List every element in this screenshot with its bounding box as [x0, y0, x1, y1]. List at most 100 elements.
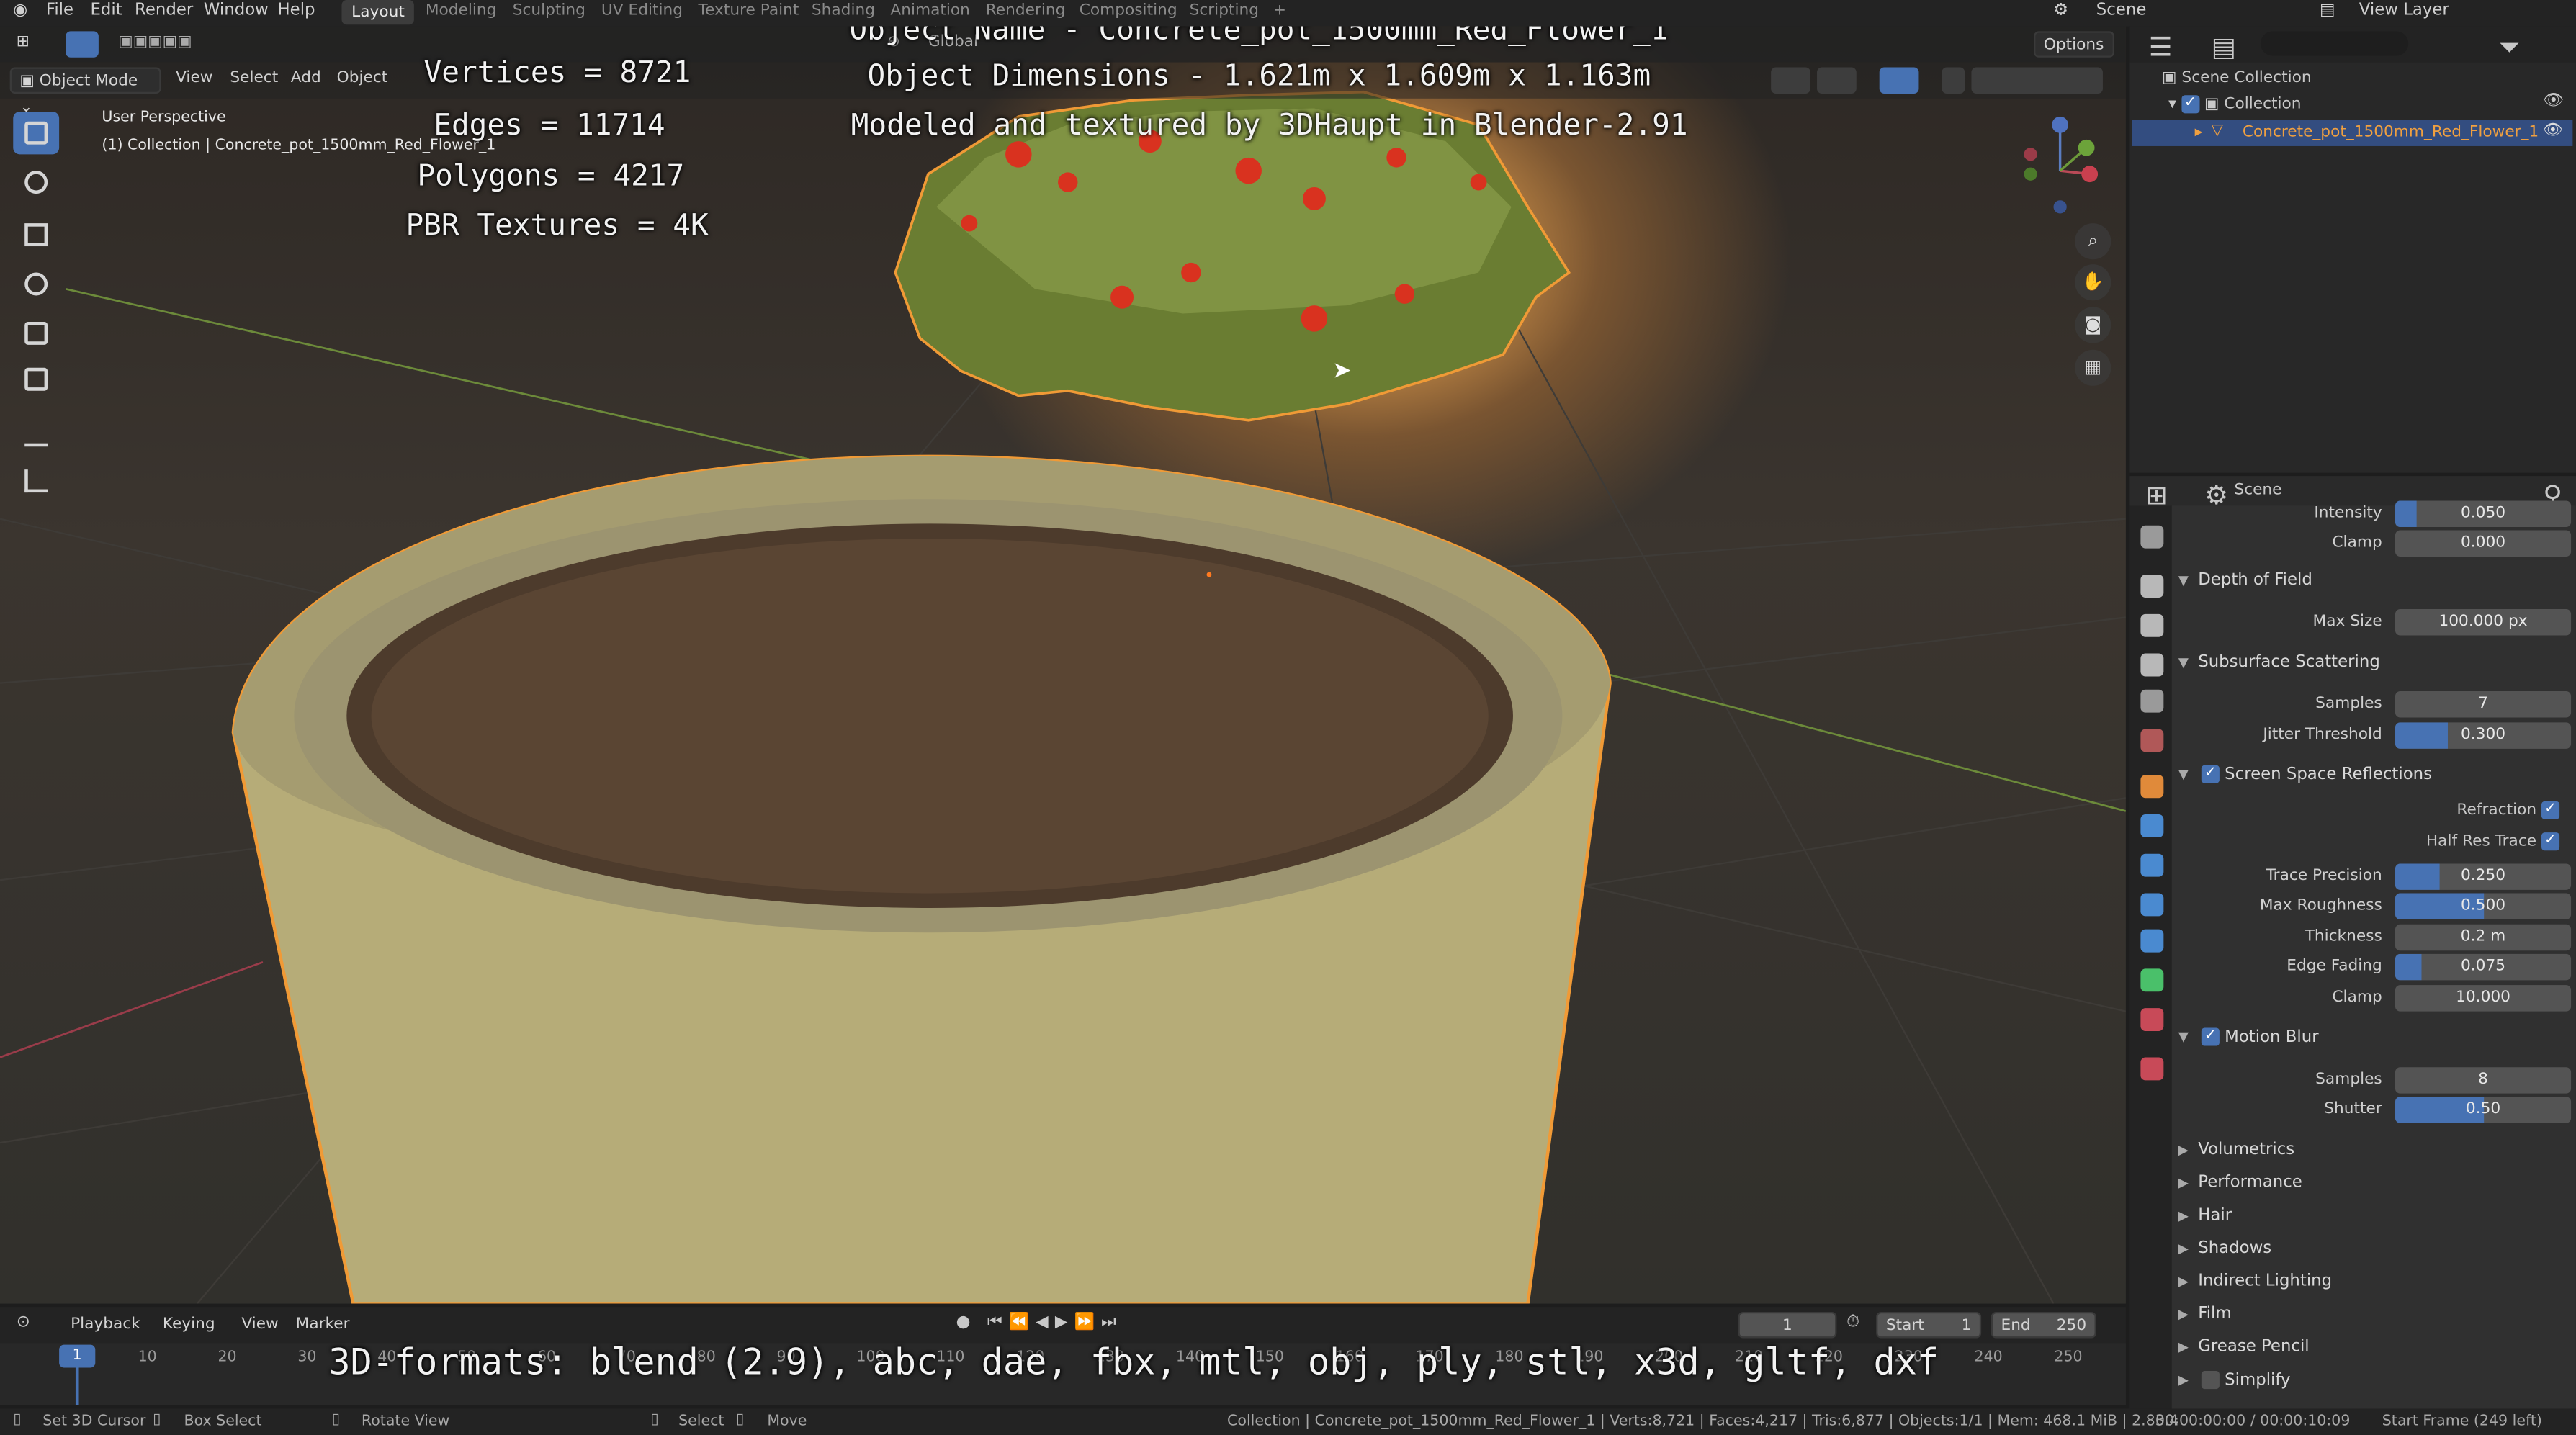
half-res-checkbox[interactable]: ✓: [2541, 832, 2560, 851]
ssr-checkbox[interactable]: ✓: [2201, 765, 2220, 783]
options-dropdown[interactable]: Options: [2034, 31, 2114, 58]
intensity-field[interactable]: 0.050: [2395, 500, 2572, 527]
scale-tool-icon[interactable]: [13, 312, 59, 354]
object-row-selected[interactable]: ▸ ▽ Concrete_pot_1500mm_Red_Flower_1 👁: [2132, 120, 2573, 146]
view-layer-selector[interactable]: View Layer: [2359, 1, 2449, 19]
output-tab-icon[interactable]: [2140, 613, 2164, 637]
blender-logo-icon[interactable]: ◉: [13, 1, 27, 19]
data-tab-icon[interactable]: [2140, 968, 2164, 992]
material-tab-icon[interactable]: [2140, 1008, 2164, 1032]
render-tab-icon[interactable]: [2140, 575, 2164, 598]
sss-samples-field[interactable]: 7: [2395, 691, 2572, 718]
max-size-field[interactable]: 100.000 px: [2395, 608, 2572, 636]
constraints-tab-icon[interactable]: [2140, 929, 2164, 953]
object-visibility-icon[interactable]: 👁: [2543, 122, 2563, 140]
ortho-grid-icon[interactable]: ▦: [2075, 349, 2111, 386]
motion-blur-checkbox[interactable]: ✓: [2201, 1027, 2220, 1046]
gizmo-icon[interactable]: [1817, 67, 1857, 94]
clamp-top-field[interactable]: 0.000: [2395, 530, 2572, 557]
mb-samples-field[interactable]: 8: [2395, 1067, 2572, 1094]
keying-menu[interactable]: Keying: [154, 1312, 223, 1338]
hair-section[interactable]: ▶ Hair: [2166, 1203, 2576, 1236]
texture-tab-icon[interactable]: [2140, 1057, 2164, 1081]
visibility-icon[interactable]: [1771, 67, 1810, 94]
tab-sculpting[interactable]: Sculpting: [513, 1, 585, 19]
playback-controls[interactable]: ⏮⏪◀▶⏩⏭: [987, 1313, 1123, 1331]
sss-section-header[interactable]: ▼ Subsurface Scattering: [2166, 650, 2576, 683]
cursor-tool-icon[interactable]: [13, 161, 59, 203]
select-tool-icon[interactable]: [13, 112, 60, 155]
move-tool-icon[interactable]: [13, 213, 59, 256]
navigation-gizmo[interactable]: [2014, 115, 2106, 217]
ssr-section-header[interactable]: ▼ ✓ Screen Space Reflections: [2166, 762, 2576, 795]
record-icon[interactable]: ●: [956, 1313, 971, 1331]
collection-visibility-icon[interactable]: 👁: [2543, 92, 2564, 110]
camera-view-icon[interactable]: ◙: [2075, 307, 2111, 343]
menu-object[interactable]: Object: [337, 69, 388, 87]
scene-selector[interactable]: Scene: [2096, 1, 2147, 19]
performance-section[interactable]: ▶ Performance: [2166, 1171, 2576, 1204]
menu-select[interactable]: Select: [230, 69, 278, 87]
object-mode-dropdown[interactable]: ▣ Object Mode ⌄: [9, 67, 161, 117]
menu-file[interactable]: File: [46, 1, 73, 19]
ssr-clamp-field[interactable]: 10.000: [2395, 985, 2572, 1012]
menu-add[interactable]: Add: [291, 69, 321, 87]
annotate-tool-icon[interactable]: [13, 414, 59, 456]
tab-rendering[interactable]: Rendering: [986, 1, 1066, 19]
tab-layout[interactable]: Layout: [341, 0, 415, 25]
refraction-checkbox[interactable]: ✓: [2541, 801, 2560, 819]
zoom-icon[interactable]: ⌕: [2075, 223, 2111, 260]
playback-menu[interactable]: Playback: [63, 1312, 149, 1338]
menu-edit[interactable]: Edit: [90, 1, 122, 19]
object-expand-icon[interactable]: ▸: [2195, 123, 2203, 141]
shutter-field[interactable]: 0.50: [2395, 1097, 2572, 1123]
grease-pencil-section[interactable]: ▶ Grease Pencil: [2166, 1335, 2576, 1368]
tab-texture-paint[interactable]: Texture Paint: [699, 1, 799, 19]
tab-scripting[interactable]: Scripting: [1190, 1, 1259, 19]
simplify-section[interactable]: ▶ Simplify: [2166, 1367, 2576, 1400]
tab-compositing[interactable]: Compositing: [1080, 1, 1177, 19]
jitter-field[interactable]: 0.300: [2395, 722, 2572, 749]
trace-precision-field[interactable]: 0.250: [2395, 863, 2572, 890]
world-tab-icon[interactable]: [2140, 729, 2164, 752]
timeline-editor-icon[interactable]: ⊙: [17, 1313, 30, 1331]
editor-type-icon[interactable]: ⊞: [17, 33, 30, 51]
overlays-icon[interactable]: [1879, 67, 1919, 94]
start-frame-field[interactable]: Start 1: [1876, 1311, 1982, 1339]
indirect-lighting-section[interactable]: ▶ Indirect Lighting: [2166, 1269, 2576, 1303]
measure-tool-icon[interactable]: [13, 459, 59, 502]
transform-tool-icon[interactable]: [13, 358, 59, 400]
timeline-view-menu[interactable]: View: [233, 1312, 287, 1338]
edge-fading-field[interactable]: 0.075: [2395, 953, 2572, 981]
tool-tab-icon[interactable]: [2140, 525, 2164, 549]
xray-icon[interactable]: [1942, 67, 1965, 94]
select-mode-icon[interactable]: [66, 31, 99, 58]
film-section[interactable]: ▶ Film: [2166, 1302, 2576, 1335]
playhead-frame[interactable]: 1: [59, 1344, 96, 1368]
menu-view[interactable]: View: [176, 69, 212, 87]
scene-tab-icon[interactable]: [2140, 689, 2164, 713]
3d-viewport[interactable]: ⊞ ▣▣▣▣▣ ⊕ Global Options ▣ Object Mode ⌄…: [0, 26, 2126, 1304]
tab-shading[interactable]: Shading: [812, 1, 875, 19]
tab-modeling[interactable]: Modeling: [426, 1, 497, 19]
display-mode-icon[interactable]: ▤: [2211, 31, 2236, 62]
scene-collection-row[interactable]: ▣ Scene Collection: [2162, 69, 2312, 87]
view-layer-icon[interactable]: ▤: [2320, 1, 2335, 19]
collection-checkbox[interactable]: ✓: [2181, 95, 2200, 114]
max-roughness-field[interactable]: 0.500: [2395, 893, 2572, 919]
marker-menu[interactable]: Marker: [287, 1312, 358, 1338]
collection-row[interactable]: ▾ ✓ ▣ Collection: [2168, 95, 2302, 114]
outliner-search-input[interactable]: [2260, 31, 2409, 56]
object-tab-icon[interactable]: [2140, 775, 2164, 799]
dof-section-header[interactable]: ▼ Depth of Field: [2166, 568, 2576, 601]
current-frame-field[interactable]: 1: [1738, 1311, 1837, 1339]
particles-tab-icon[interactable]: [2140, 853, 2164, 877]
menu-window[interactable]: Window: [204, 1, 269, 19]
motion-blur-section-header[interactable]: ▼ ✓ Motion Blur: [2166, 1025, 2576, 1058]
modifier-tab-icon[interactable]: [2140, 814, 2164, 837]
end-frame-field[interactable]: End 250: [1991, 1311, 2096, 1339]
physics-tab-icon[interactable]: [2140, 893, 2164, 917]
tab-uv-editing[interactable]: UV Editing: [601, 1, 683, 19]
simplify-checkbox[interactable]: [2201, 1371, 2220, 1390]
menu-help[interactable]: Help: [278, 1, 315, 19]
